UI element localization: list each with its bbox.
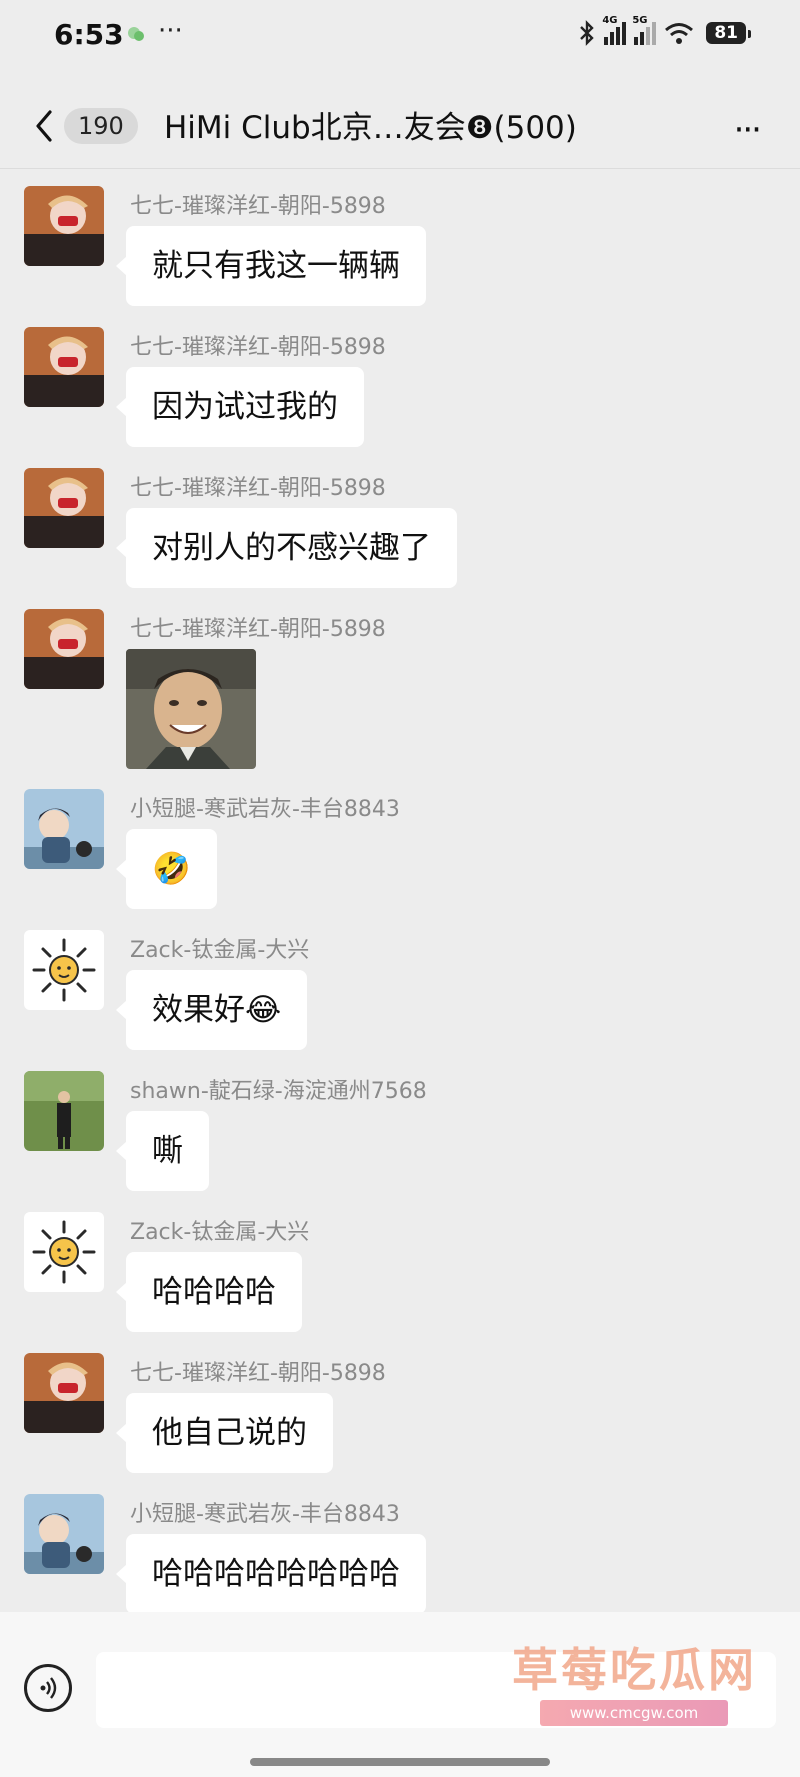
message-bubble[interactable]: 对别人的不感兴趣了 — [116, 508, 457, 588]
message-bubble[interactable]: 效果好😂 — [115, 970, 308, 1050]
sender-name: 七七-璀璨洋红-朝阳-5898 — [130, 1361, 386, 1386]
message-bubble[interactable]: 🤣 — [116, 829, 217, 909]
message-bubble[interactable]: 哈哈哈哈 — [116, 1252, 302, 1332]
battery-indicator: 81 — [706, 22, 751, 44]
voice-wave-icon — [40, 1677, 57, 1699]
avatar-qiqi[interactable] — [24, 468, 104, 548]
sender-name: 七七-璀璨洋红-朝阳-5898 — [130, 194, 386, 219]
more-options-icon[interactable]: ··· — [734, 110, 762, 150]
signal-5g-label: 5G — [632, 15, 648, 26]
message-bubble[interactable]: 嘶 — [116, 1111, 209, 1191]
avatar-zack[interactable] — [24, 930, 104, 1010]
signal-5g-icon: 5G — [632, 15, 657, 45]
sender-name: Zack-钛金属-大兴 — [130, 1220, 310, 1245]
message-bubble[interactable]: 就只有我这一辆辆 — [116, 226, 426, 306]
status-bar: 6:53 ··· 4G 5G 81 — [0, 0, 800, 72]
sender-name: 七七-璀璨洋红-朝阳-5898 — [130, 617, 386, 642]
wechat-notification-icon — [128, 27, 144, 41]
watermark-url: www.cmcgw.com — [540, 1700, 728, 1726]
chat-title: HiMi Club北京…友会❽(500) — [164, 110, 577, 146]
home-indicator[interactable] — [250, 1758, 550, 1766]
status-time: 6:53 — [54, 18, 124, 51]
sender-name: 七七-璀璨洋红-朝阳-5898 — [130, 335, 386, 360]
avatar-xiaoduantui[interactable] — [24, 789, 104, 869]
avatar-qiqi[interactable] — [24, 327, 104, 407]
avatar-qiqi[interactable] — [24, 186, 104, 266]
avatar-xiaoduantui[interactable] — [24, 1494, 104, 1574]
header-divider — [0, 168, 800, 169]
message-bubble[interactable]: 哈哈哈哈哈哈哈哈 — [116, 1534, 426, 1614]
status-indicators: 4G 5G 81 — [578, 15, 751, 46]
watermark-title: 草莓吃瓜网 — [512, 1643, 757, 1697]
sender-name: shawn-靛石绿-海淀通州7568 — [130, 1079, 427, 1104]
message-bubble[interactable]: 因为试过我的 — [116, 367, 364, 447]
sender-name: 小短腿-寒武岩灰-丰台8843 — [130, 797, 400, 822]
back-chevron-icon[interactable] — [30, 106, 60, 146]
avatar-shawn[interactable] — [24, 1071, 104, 1151]
sender-name: Zack-钛金属-大兴 — [130, 938, 310, 963]
sender-name: 小短腿-寒武岩灰-丰台8843 — [130, 1502, 400, 1527]
sender-name: 七七-璀璨洋红-朝阳-5898 — [130, 476, 386, 501]
bluetooth-icon — [580, 20, 595, 46]
unread-count-badge[interactable]: 190 — [64, 108, 138, 144]
avatar-zack[interactable] — [24, 1212, 104, 1292]
signal-4g-label: 4G — [602, 15, 618, 26]
voice-input-button[interactable] — [24, 1664, 72, 1712]
message-bubble[interactable]: 他自己说的 — [116, 1393, 333, 1473]
status-more-dots: ··· — [158, 16, 183, 46]
wifi-icon — [665, 23, 694, 44]
avatar-qiqi[interactable] — [24, 609, 104, 689]
avatar-qiqi[interactable] — [24, 1353, 104, 1433]
sticker-image[interactable] — [126, 649, 256, 769]
chat-header: 190 HiMi Club北京…友会❽(500) ··· — [0, 86, 800, 166]
signal-4g-icon: 4G — [602, 15, 627, 45]
